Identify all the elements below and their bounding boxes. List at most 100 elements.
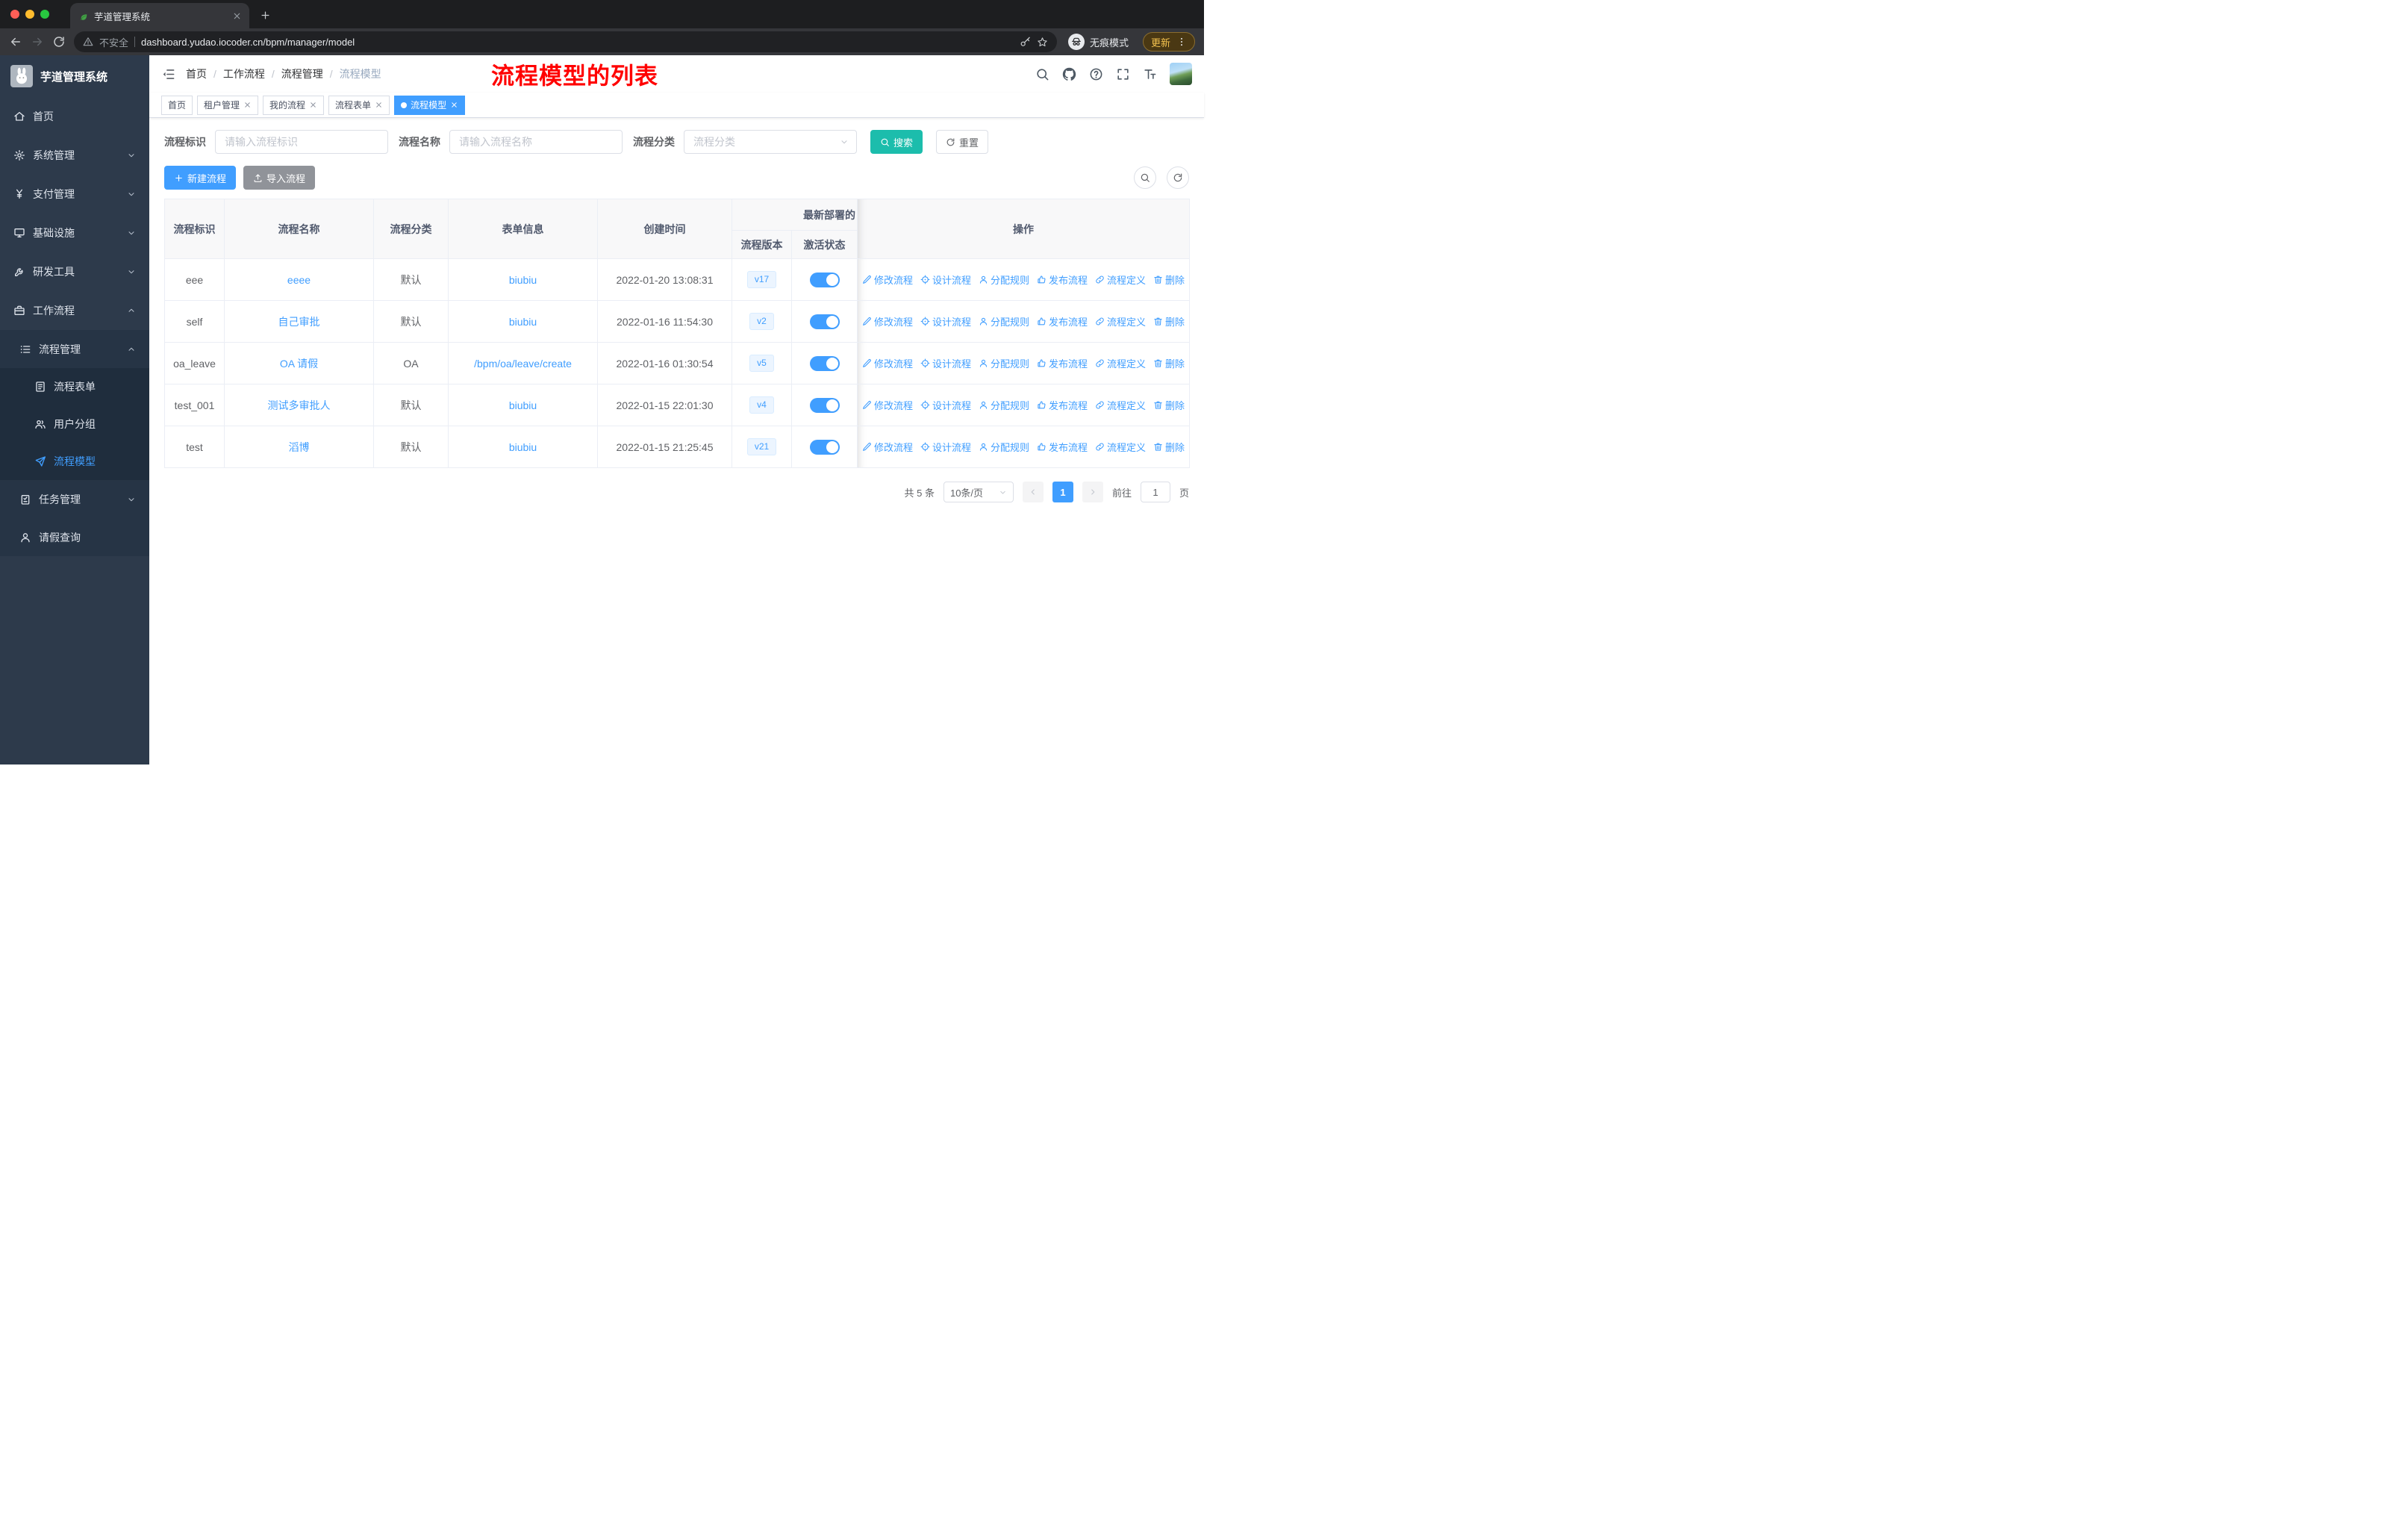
sidebar-item-user-group[interactable]: 用户分组 bbox=[0, 405, 149, 443]
sidebar-toggle-icon[interactable] bbox=[161, 67, 175, 81]
tag-tenant-management[interactable]: 租户管理 bbox=[197, 95, 259, 115]
font-size-icon[interactable] bbox=[1143, 67, 1157, 81]
assign-rule-link[interactable]: 分配规则 bbox=[979, 398, 1029, 412]
bookmark-star-icon[interactable] bbox=[1037, 37, 1048, 48]
search-icon[interactable] bbox=[1035, 67, 1049, 81]
page-size-select[interactable]: 10条/页 bbox=[943, 482, 1014, 502]
process-definition-link[interactable]: 流程定义 bbox=[1095, 356, 1146, 370]
sidebar-item-task-management[interactable]: 任务管理 bbox=[0, 480, 149, 518]
modify-process-link[interactable]: 修改流程 bbox=[862, 356, 913, 370]
password-key-icon[interactable] bbox=[1020, 37, 1031, 48]
assign-rule-link[interactable]: 分配规则 bbox=[979, 273, 1029, 287]
close-window-button[interactable] bbox=[10, 10, 19, 19]
process-name-input[interactable] bbox=[449, 130, 623, 154]
sidebar-item-home[interactable]: 首页 bbox=[0, 97, 149, 136]
close-icon[interactable] bbox=[243, 101, 252, 109]
publish-process-link[interactable]: 发布流程 bbox=[1037, 356, 1088, 370]
process-definition-link[interactable]: 流程定义 bbox=[1095, 398, 1146, 412]
delete-link[interactable]: 删除 bbox=[1153, 356, 1185, 370]
design-process-link[interactable]: 设计流程 bbox=[920, 273, 971, 287]
back-icon[interactable] bbox=[9, 35, 22, 49]
close-icon[interactable] bbox=[450, 101, 458, 109]
fullscreen-icon[interactable] bbox=[1116, 67, 1130, 81]
tag-my-process[interactable]: 我的流程 bbox=[263, 95, 325, 115]
publish-process-link[interactable]: 发布流程 bbox=[1037, 314, 1088, 328]
active-toggle[interactable] bbox=[809, 397, 840, 413]
sidebar-item-workflow[interactable]: 工作流程 bbox=[0, 291, 149, 330]
reset-button[interactable]: 重置 bbox=[936, 130, 989, 154]
form-link[interactable]: biubiu bbox=[509, 441, 537, 453]
assign-rule-link[interactable]: 分配规则 bbox=[979, 440, 1029, 454]
refresh-table-button[interactable] bbox=[1167, 166, 1189, 189]
design-process-link[interactable]: 设计流程 bbox=[920, 314, 971, 328]
process-name-link[interactable]: eeee bbox=[287, 274, 311, 286]
new-tab-button[interactable] bbox=[260, 10, 271, 21]
modify-process-link[interactable]: 修改流程 bbox=[862, 273, 913, 287]
search-button[interactable]: 搜索 bbox=[870, 130, 923, 154]
import-process-button[interactable]: 导入流程 bbox=[243, 166, 316, 190]
zoom-window-button[interactable] bbox=[40, 10, 49, 19]
process-definition-link[interactable]: 流程定义 bbox=[1095, 440, 1146, 454]
delete-link[interactable]: 删除 bbox=[1153, 398, 1185, 412]
sidebar-item-process-model[interactable]: 流程模型 bbox=[0, 443, 149, 480]
active-toggle[interactable] bbox=[809, 355, 840, 371]
goto-page-input[interactable] bbox=[1140, 482, 1170, 502]
breadcrumb-process-management[interactable]: 流程管理 bbox=[281, 66, 323, 81]
create-process-button[interactable]: 新建流程 bbox=[164, 166, 237, 190]
reload-icon[interactable] bbox=[52, 35, 66, 49]
breadcrumb-workflow[interactable]: 工作流程 bbox=[223, 66, 265, 81]
next-page-button[interactable] bbox=[1082, 482, 1103, 502]
github-icon[interactable] bbox=[1062, 67, 1076, 81]
publish-process-link[interactable]: 发布流程 bbox=[1037, 273, 1088, 287]
page-number-button[interactable]: 1 bbox=[1052, 482, 1073, 502]
process-definition-link[interactable]: 流程定义 bbox=[1095, 314, 1146, 328]
tag-process-model[interactable]: 流程模型 bbox=[394, 95, 466, 115]
delete-link[interactable]: 删除 bbox=[1153, 314, 1185, 328]
active-toggle[interactable] bbox=[809, 439, 840, 455]
app-logo[interactable]: 芋道管理系统 bbox=[0, 55, 149, 97]
menu-dots-icon[interactable] bbox=[1176, 37, 1187, 47]
form-link[interactable]: biubiu bbox=[509, 274, 537, 286]
process-name-link[interactable]: OA 请假 bbox=[280, 358, 318, 370]
sidebar-item-infrastructure[interactable]: 基础设施 bbox=[0, 214, 149, 252]
avatar[interactable] bbox=[1170, 63, 1192, 85]
process-name-link[interactable]: 滔博 bbox=[289, 441, 310, 453]
breadcrumb-home[interactable]: 首页 bbox=[186, 66, 207, 81]
form-link[interactable]: biubiu bbox=[509, 399, 537, 411]
publish-process-link[interactable]: 发布流程 bbox=[1037, 398, 1088, 412]
help-icon[interactable] bbox=[1089, 67, 1103, 81]
toggle-search-button[interactable] bbox=[1134, 166, 1156, 189]
tag-home[interactable]: 首页 bbox=[161, 95, 193, 115]
design-process-link[interactable]: 设计流程 bbox=[920, 398, 971, 412]
process-name-link[interactable]: 测试多审批人 bbox=[268, 399, 331, 411]
forward-icon[interactable] bbox=[31, 35, 44, 49]
design-process-link[interactable]: 设计流程 bbox=[920, 356, 971, 370]
form-link[interactable]: /bpm/oa/leave/create bbox=[474, 358, 572, 370]
sidebar-item-payment[interactable]: 支付管理 bbox=[0, 175, 149, 214]
category-select[interactable]: 流程分类 bbox=[684, 130, 857, 154]
delete-link[interactable]: 删除 bbox=[1153, 440, 1185, 454]
assign-rule-link[interactable]: 分配规则 bbox=[979, 356, 1029, 370]
active-toggle[interactable] bbox=[809, 314, 840, 329]
sidebar-item-process-form[interactable]: 流程表单 bbox=[0, 368, 149, 405]
tag-process-form[interactable]: 流程表单 bbox=[328, 95, 390, 115]
delete-link[interactable]: 删除 bbox=[1153, 273, 1185, 287]
tab-close-icon[interactable] bbox=[232, 11, 242, 21]
active-toggle[interactable] bbox=[809, 272, 840, 287]
close-icon[interactable] bbox=[375, 101, 383, 109]
prev-page-button[interactable] bbox=[1022, 482, 1044, 502]
sidebar-item-system[interactable]: 系统管理 bbox=[0, 136, 149, 175]
process-definition-link[interactable]: 流程定义 bbox=[1095, 273, 1146, 287]
sidebar-item-leave-query[interactable]: 请假查询 bbox=[0, 518, 149, 556]
browser-tab[interactable]: 芋道管理系统 bbox=[70, 3, 249, 28]
close-icon[interactable] bbox=[309, 101, 317, 109]
browser-update-button[interactable]: 更新 bbox=[1142, 32, 1195, 52]
assign-rule-link[interactable]: 分配规则 bbox=[979, 314, 1029, 328]
form-link[interactable]: biubiu bbox=[509, 316, 537, 328]
modify-process-link[interactable]: 修改流程 bbox=[862, 398, 913, 412]
address-bar[interactable]: 不安全 dashboard.yudao.iocoder.cn/bpm/manag… bbox=[74, 31, 1057, 52]
design-process-link[interactable]: 设计流程 bbox=[920, 440, 971, 454]
publish-process-link[interactable]: 发布流程 bbox=[1037, 440, 1088, 454]
modify-process-link[interactable]: 修改流程 bbox=[862, 440, 913, 454]
modify-process-link[interactable]: 修改流程 bbox=[862, 314, 913, 328]
